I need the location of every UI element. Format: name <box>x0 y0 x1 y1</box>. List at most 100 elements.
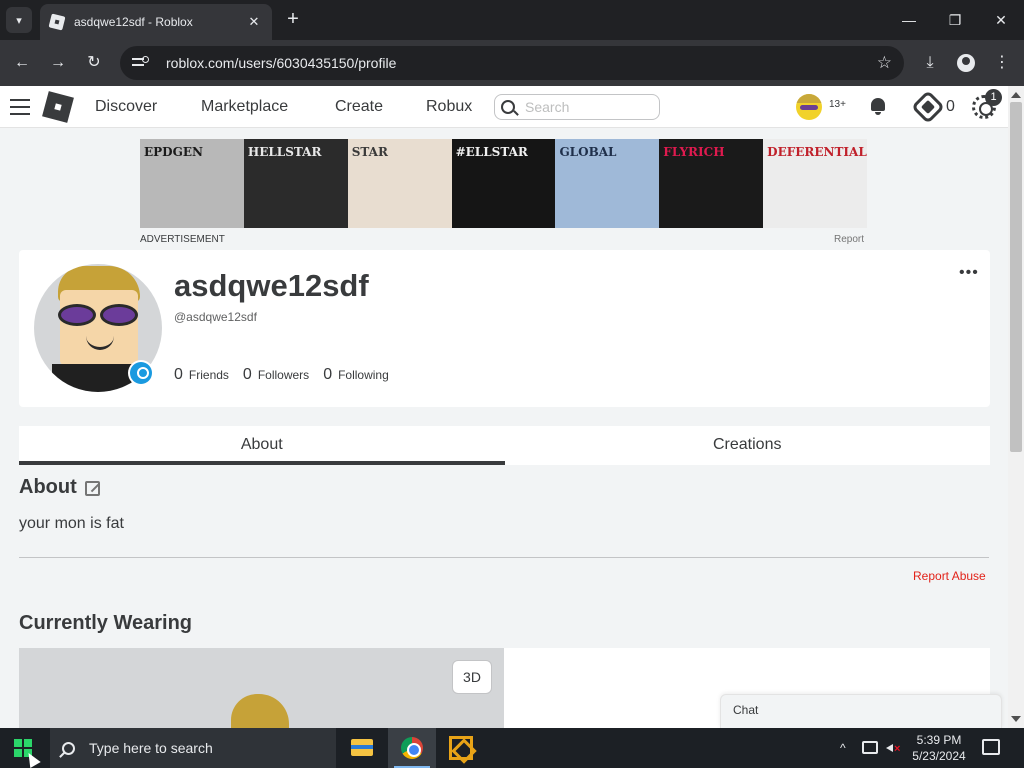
profile-page: EPDGEN HELLSTAR STAR #ELLSTAR GLOBAL FLY… <box>0 128 1008 728</box>
address-bar[interactable]: roblox.com/users/6030435150/profile ☆ <box>120 46 904 80</box>
online-status-icon <box>128 360 154 386</box>
tab-close-icon[interactable]: ✕ <box>246 14 262 30</box>
page-scrollbar[interactable] <box>1008 86 1024 728</box>
tab-about[interactable]: About <box>19 426 505 465</box>
friends-label[interactable]: Friends <box>189 368 229 382</box>
reload-button[interactable]: ↻ <box>82 51 106 75</box>
taskbar-search-text[interactable]: Type here to search <box>89 740 213 756</box>
about-heading: About <box>19 476 77 498</box>
bookmark-star-icon[interactable]: ☆ <box>877 53 892 73</box>
ad-panel-text: GLOBAL <box>559 145 617 159</box>
roblox-favicon-icon <box>48 13 66 31</box>
site-info-icon[interactable] <box>132 56 149 70</box>
url-text[interactable]: roblox.com/users/6030435150/profile <box>166 55 877 71</box>
volume-muted-icon[interactable] <box>886 741 900 755</box>
browser-tab-active[interactable]: asdqwe12sdf - Roblox ✕ <box>40 4 272 40</box>
friends-count[interactable]: 0 <box>174 366 183 384</box>
profile-bio: your mon is fat <box>19 515 124 532</box>
profile-header-card: asdqwe12sdf @asdqwe12sdf 0 Friends 0 Fol… <box>19 250 990 407</box>
ad-panel[interactable]: EPDGEN <box>140 139 244 228</box>
back-button[interactable]: ← <box>10 51 34 75</box>
edit-about-icon[interactable] <box>85 481 100 496</box>
roblox-navbar: Discover Marketplace Create Robux 13+ 0 <box>0 86 1008 128</box>
ad-panel[interactable]: #ELLSTAR <box>451 139 556 228</box>
followers-label[interactable]: Followers <box>258 368 309 382</box>
nav-link-create[interactable]: Create <box>335 98 383 116</box>
vm-icon <box>449 736 473 760</box>
browser-tabstrip: ▾ asdqwe12sdf - Roblox ✕ + — ❐ ✕ <box>0 0 1024 40</box>
chrome-app[interactable] <box>388 728 436 768</box>
forward-button[interactable]: → <box>46 51 70 75</box>
tab-title: asdqwe12sdf - Roblox <box>74 15 193 29</box>
ad-panel-text: HELLSTAR <box>247 145 322 159</box>
download-icon[interactable]: ⤓ <box>918 51 942 75</box>
scroll-up-arrow-icon[interactable] <box>1011 92 1021 98</box>
avatar-preview[interactable]: 3D <box>19 648 504 728</box>
close-window-button[interactable]: ✕ <box>986 8 1016 32</box>
following-count[interactable]: 0 <box>323 366 332 384</box>
roblox-logo-icon[interactable] <box>42 91 74 123</box>
more-options-icon[interactable]: ••• <box>959 264 979 282</box>
ad-panel-text: FLYRICH <box>663 145 725 159</box>
nav-search-box[interactable] <box>494 94 660 120</box>
profile-tabs: About Creations <box>19 426 990 465</box>
scroll-thumb[interactable] <box>1010 102 1022 452</box>
ad-panel-text: STAR <box>351 145 388 159</box>
ad-panel-text: #ELLSTAR <box>455 145 528 159</box>
ad-panel-text: DEFERENTIAL <box>767 145 867 159</box>
following-label[interactable]: Following <box>338 368 389 382</box>
nav-link-discover[interactable]: Discover <box>95 98 157 116</box>
tab-creations[interactable]: Creations <box>505 426 991 465</box>
notifications-icon[interactable] <box>982 739 1000 755</box>
clock-date: 5/23/2024 <box>912 749 966 763</box>
browser-profile-button[interactable] <box>954 51 978 75</box>
nav-link-marketplace[interactable]: Marketplace <box>201 98 288 116</box>
taskbar-clock[interactable]: 5:39 PM 5/23/2024 <box>906 732 972 764</box>
ad-panel[interactable]: GLOBAL <box>555 139 660 228</box>
age-badge: 13+ <box>829 99 846 110</box>
browser-menu-button[interactable]: ⋮ <box>990 51 1014 75</box>
clock-time: 5:39 PM <box>916 733 962 747</box>
avatar-face <box>60 290 138 366</box>
network-icon[interactable] <box>862 741 878 754</box>
ad-report-link[interactable]: Report <box>834 234 864 245</box>
report-abuse-link[interactable]: Report Abuse <box>913 569 986 583</box>
hamburger-menu-icon[interactable] <box>10 99 30 115</box>
vm-app[interactable] <box>437 728 485 768</box>
chat-bar[interactable]: Chat <box>720 694 1002 728</box>
followers-count[interactable]: 0 <box>243 366 252 384</box>
robux-count[interactable]: 0 <box>946 98 955 116</box>
tray-chevron-up-icon[interactable]: ^ <box>840 741 846 755</box>
robux-icon[interactable] <box>911 90 945 124</box>
profile-username: @asdqwe12sdf <box>174 310 257 324</box>
notification-bell-icon[interactable] <box>868 96 888 116</box>
minimize-button[interactable]: — <box>894 8 924 32</box>
ad-panel[interactable]: HELLSTAR <box>243 139 348 228</box>
nav-link-robux[interactable]: Robux <box>426 98 472 116</box>
divider <box>19 557 989 558</box>
nav-avatar[interactable] <box>796 94 822 120</box>
toggle-3d-button[interactable]: 3D <box>452 660 492 694</box>
chrome-icon <box>401 737 423 759</box>
scroll-down-arrow-icon[interactable] <box>1011 716 1021 722</box>
taskbar-search-icon <box>62 741 75 755</box>
windows-taskbar: Type here to search ^ 5:39 PM 5/23/2024 <box>0 728 1024 768</box>
profile-display-name: asdqwe12sdf <box>174 268 369 303</box>
tab-search-button[interactable]: ▾ <box>6 7 32 33</box>
search-icon <box>501 100 515 114</box>
avatar-preview-hair <box>231 694 289 728</box>
file-explorer-app[interactable] <box>338 728 386 768</box>
ad-panel[interactable]: DEFERENTIAL <box>763 139 867 228</box>
folder-icon <box>351 739 373 756</box>
browser-toolbar: ← → ↻ roblox.com/users/6030435150/profil… <box>0 40 1024 86</box>
advertisement-label: ADVERTISEMENT <box>140 234 225 245</box>
maximize-button[interactable]: ❐ <box>940 8 970 32</box>
ad-panel[interactable]: FLYRICH <box>659 139 764 228</box>
ad-panel[interactable]: STAR <box>347 139 452 228</box>
advertisement-banner[interactable]: EPDGEN HELLSTAR STAR #ELLSTAR GLOBAL FLY… <box>140 139 867 228</box>
currently-wearing-heading: Currently Wearing <box>19 612 192 634</box>
new-tab-button[interactable]: + <box>282 8 304 30</box>
profile-stats: 0 Friends 0 Followers 0 Following <box>174 366 403 384</box>
taskbar-search-box[interactable]: Type here to search <box>50 728 336 768</box>
search-input[interactable] <box>525 99 645 115</box>
